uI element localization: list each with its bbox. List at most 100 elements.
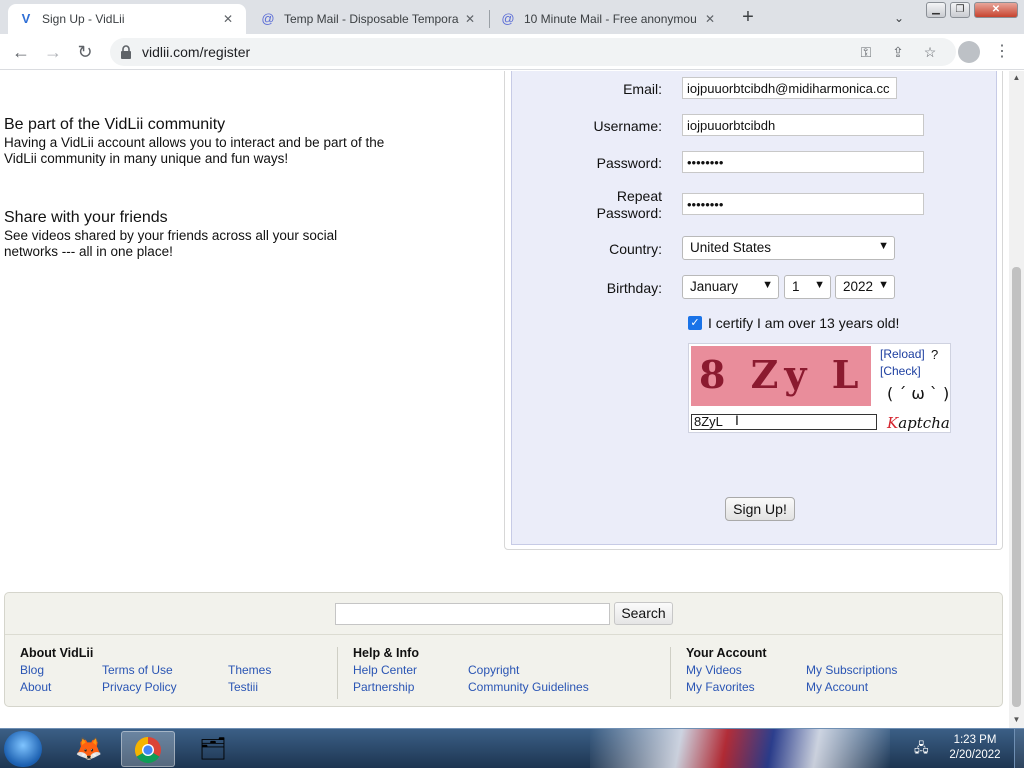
footer-divider — [670, 647, 671, 699]
footer-link-copyright[interactable]: Copyright — [468, 663, 519, 677]
tab-10-minute-mail[interactable]: @ 10 Minute Mail - Free anonymou ✕ — [490, 4, 728, 34]
profile-avatar-icon[interactable] — [958, 41, 980, 63]
url-text: vidlii.com/register — [142, 44, 251, 60]
footer-link-themes[interactable]: Themes — [228, 663, 271, 677]
footer-link-privacy[interactable]: Privacy Policy — [102, 680, 177, 694]
bookmark-star-icon[interactable]: ☆ — [920, 42, 940, 62]
browser-tab-strip: V Sign Up - VidLii ✕ @ Temp Mail - Dispo… — [0, 0, 1024, 34]
forward-arrow-icon[interactable]: → — [40, 39, 66, 65]
birthday-year-select[interactable]: 2022 ▼ — [835, 275, 895, 299]
footer-heading-about: About VidLii — [20, 646, 94, 660]
birthday-day-select[interactable]: 1 ▼ — [784, 275, 831, 299]
search-button[interactable]: Search — [614, 602, 673, 625]
text-cursor-icon: I — [735, 412, 739, 428]
page-scrollbar[interactable]: ▲ ▼ — [1009, 71, 1024, 728]
share-icon[interactable]: ⇪ — [888, 42, 908, 62]
certify-age-checkbox[interactable]: ✓ — [688, 316, 702, 330]
username-label: Username: — [593, 118, 662, 134]
kaptcha-brand-logo: Kaptcha — [887, 414, 950, 432]
captcha-reload-link[interactable]: [Reload] — [880, 347, 925, 361]
at-sign-icon: @ — [261, 11, 275, 26]
search-input[interactable] — [335, 603, 610, 625]
footer-link-my-videos[interactable]: My Videos — [686, 663, 742, 677]
close-tab-icon[interactable]: ✕ — [702, 12, 718, 26]
footer-link-my-subscriptions[interactable]: My Subscriptions — [806, 663, 897, 677]
close-tab-icon[interactable]: ✕ — [462, 12, 478, 26]
promo-text: Having a VidLii account allows you to in… — [4, 135, 385, 166]
footer-link-my-favorites[interactable]: My Favorites — [686, 680, 755, 694]
certify-age-label: I certify I am over 13 years old! — [708, 315, 900, 331]
more-menu-icon[interactable]: ⋮ — [994, 40, 1010, 64]
promo-share: Share with your friends See videos share… — [4, 209, 424, 260]
tab-title: Sign Up - VidLii — [42, 12, 125, 26]
footer-link-blog[interactable]: Blog — [20, 663, 44, 677]
username-field[interactable]: iojpuuorbtcibdh — [682, 114, 924, 136]
email-label: Email: — [623, 81, 662, 97]
restore-button[interactable]: ❐ — [950, 2, 970, 18]
minimize-button[interactable]: ▁ — [926, 2, 946, 18]
show-desktop-button[interactable] — [1014, 729, 1024, 768]
captcha-text: 8 Zy L — [699, 352, 865, 397]
clock-date: 2/20/2022 — [949, 749, 1001, 761]
scroll-down-arrow-icon[interactable]: ▼ — [1012, 715, 1021, 725]
file-explorer-folder-icon[interactable]: 🗂 — [186, 731, 240, 767]
country-select[interactable]: United States ▼ — [682, 236, 895, 260]
birthday-day-value: 1 — [792, 279, 800, 294]
promo-community: Be part of the VidLii community Having a… — [4, 116, 424, 167]
repeat-password-field[interactable]: •••••••• — [682, 193, 924, 215]
back-arrow-icon[interactable]: ← — [8, 39, 34, 65]
tab-signup-vidlii[interactable]: V Sign Up - VidLii ✕ — [8, 4, 246, 34]
signup-button[interactable]: Sign Up! — [725, 497, 795, 521]
reload-icon[interactable]: ↻ — [72, 39, 98, 65]
captcha-input[interactable]: 8ZyL — [691, 414, 877, 430]
country-value: United States — [690, 240, 772, 255]
password-label: Password: — [596, 155, 662, 171]
footer-link-testiii[interactable]: Testiii — [228, 680, 258, 694]
wallpaper-graphic — [590, 729, 890, 768]
birthday-year-value: 2022 — [843, 279, 874, 294]
chevron-down-icon: ▼ — [878, 240, 889, 252]
scrollbar-thumb[interactable] — [1012, 267, 1021, 707]
firefox-icon[interactable]: 🦊 — [62, 731, 116, 767]
footer-link-guidelines[interactable]: Community Guidelines — [468, 680, 589, 694]
system-clock[interactable]: 1:23 PM 2/20/2022 — [940, 733, 1010, 763]
email-field[interactable]: iojpuuorbtcibdh@midiharmonica.cc — [682, 77, 897, 99]
clock-time: 1:23 PM — [953, 734, 997, 746]
tab-search-chevron-icon[interactable]: ⌄ — [888, 7, 910, 29]
footer-link-help-center[interactable]: Help Center — [353, 663, 417, 677]
footer-link-partnership[interactable]: Partnership — [353, 680, 414, 694]
country-label: Country: — [609, 241, 662, 257]
footer-heading-help: Help & Info — [353, 646, 419, 660]
lock-icon — [121, 45, 131, 59]
captcha-help-icon[interactable]: ? — [931, 347, 938, 362]
chevron-down-icon: ▼ — [878, 279, 889, 291]
password-field[interactable]: •••••••• — [682, 151, 924, 173]
promo-heading: Share with your friends — [4, 209, 168, 226]
signup-form: Email: iojpuuorbtcibdh@midiharmonica.cc … — [511, 71, 997, 545]
birthday-label: Birthday: — [606, 280, 662, 296]
window-close-button[interactable]: ✕ — [974, 2, 1018, 18]
key-icon[interactable]: ⚿ — [856, 42, 876, 62]
new-tab-button[interactable]: + — [736, 6, 760, 30]
promo-text: See videos shared by your friends across… — [4, 228, 338, 259]
scroll-up-arrow-icon[interactable]: ▲ — [1012, 73, 1021, 83]
footer-link-about[interactable]: About — [20, 680, 51, 694]
birthday-month-select[interactable]: January ▼ — [682, 275, 779, 299]
captcha-check-link[interactable]: [Check] — [880, 364, 921, 378]
close-tab-icon[interactable]: ✕ — [220, 12, 236, 26]
windows-start-icon[interactable] — [4, 731, 42, 767]
address-bar[interactable]: vidlii.com/register ⚿ ⇪ ☆ — [110, 38, 956, 66]
birthday-month-value: January — [690, 279, 739, 294]
footer-link-terms[interactable]: Terms of Use — [102, 663, 173, 677]
windows-taskbar: 🦊 🗂 🖧 1:23 PM 2/20/2022 — [0, 728, 1024, 768]
captcha-image: 8 Zy L — [691, 346, 871, 406]
browser-toolbar: ← → ↻ vidlii.com/register ⚿ ⇪ ☆ ⋮ — [0, 34, 1024, 70]
vidlii-favicon-icon: V — [21, 11, 31, 26]
signup-form-panel: Email: iojpuuorbtcibdh@midiharmonica.cc … — [504, 71, 1003, 550]
tab-title: Temp Mail - Disposable Tempora — [284, 12, 459, 26]
footer-link-my-account[interactable]: My Account — [806, 680, 868, 694]
chrome-icon[interactable] — [121, 731, 175, 767]
network-tray-icon[interactable]: 🖧 — [914, 739, 932, 757]
chevron-down-icon: ▼ — [762, 279, 773, 291]
tab-temp-mail[interactable]: @ Temp Mail - Disposable Tempora ✕ — [250, 4, 488, 34]
